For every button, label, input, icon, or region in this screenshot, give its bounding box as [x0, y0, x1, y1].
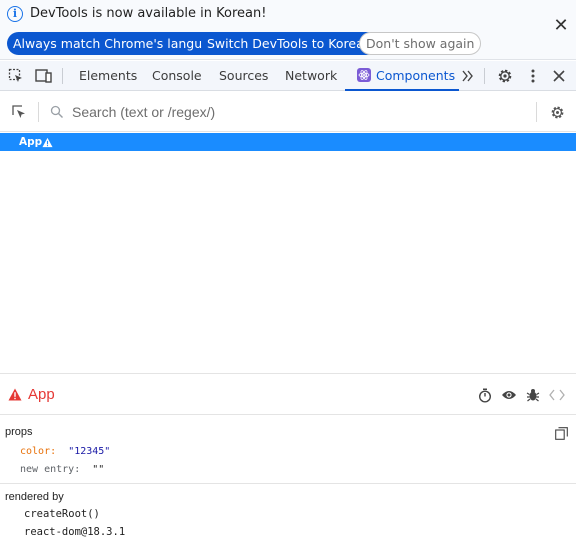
close-devtools-icon[interactable]: [548, 61, 570, 91]
tab-elements[interactable]: Elements: [79, 61, 137, 91]
warning-icon: [42, 136, 54, 148]
component-tree-area: [0, 151, 576, 373]
infobar-message: DevTools is now available in Korean!: [30, 6, 267, 21]
inspect-dom-eye-icon[interactable]: [500, 386, 518, 404]
copy-props-icon[interactable]: [555, 425, 569, 440]
inspected-component-name: App: [28, 386, 55, 403]
settings-gear-icon[interactable]: [494, 61, 516, 91]
search-input[interactable]: [72, 102, 512, 122]
prop-value: "12345": [68, 446, 111, 457]
tab-console[interactable]: Console: [152, 61, 202, 91]
info-icon: i: [7, 6, 23, 22]
toolbar-divider: [484, 68, 485, 84]
kebab-menu-icon[interactable]: [522, 61, 544, 91]
rendered-by-title: rendered by: [5, 491, 64, 503]
always-match-language-button[interactable]: Always match Chrome's language: [7, 32, 232, 55]
toolbar-divider: [62, 68, 63, 84]
inspected-element-header: App: [0, 373, 576, 415]
new-prop-row[interactable]: new entry: "": [20, 464, 104, 475]
view-source-code-icon[interactable]: [548, 386, 566, 404]
debug-bug-icon[interactable]: [524, 386, 542, 404]
tree-row-label: App: [19, 136, 43, 148]
new-prop-value: "": [92, 464, 105, 475]
react-logo-icon: [357, 68, 371, 82]
dont-show-again-button[interactable]: Don't show again: [359, 32, 482, 55]
inspect-element-icon[interactable]: [5, 61, 27, 91]
switch-to-korean-button[interactable]: Switch DevTools to Korean: [201, 32, 378, 55]
language-infobar: i DevTools is now available in Korean! ✕…: [0, 0, 576, 60]
props-title: props: [5, 426, 33, 438]
tab-network[interactable]: Network: [285, 61, 337, 91]
props-section: props color: "12345" new entry: "": [0, 416, 576, 484]
prop-row[interactable]: color: "12345": [20, 446, 110, 457]
component-settings-gear-icon[interactable]: [546, 101, 568, 123]
tab-sources[interactable]: Sources: [219, 61, 268, 91]
more-tabs-icon[interactable]: [457, 61, 479, 91]
tab-components[interactable]: Components: [345, 61, 459, 91]
searchbar-divider: [38, 102, 39, 122]
search-icon: [46, 101, 68, 123]
devtools-tabbar: Elements Console Sources Network Compone…: [0, 61, 576, 91]
close-infobar-icon[interactable]: ✕: [552, 17, 570, 35]
components-searchbar: [0, 92, 576, 132]
select-component-icon[interactable]: [8, 100, 30, 124]
tree-row-selected[interactable]: App: [0, 133, 576, 151]
rendered-by-item: createRoot(): [24, 508, 100, 520]
device-toolbar-icon[interactable]: [33, 61, 55, 91]
rendered-by-item[interactable]: react-dom@18.3.1: [24, 526, 125, 538]
error-warning-icon: [8, 386, 22, 401]
prop-key: color: [20, 446, 51, 457]
new-prop-key: new entry: [20, 464, 75, 475]
tab-components-label: Components: [376, 68, 456, 83]
suspend-timer-icon[interactable]: [476, 386, 494, 404]
searchbar-divider: [536, 102, 537, 122]
